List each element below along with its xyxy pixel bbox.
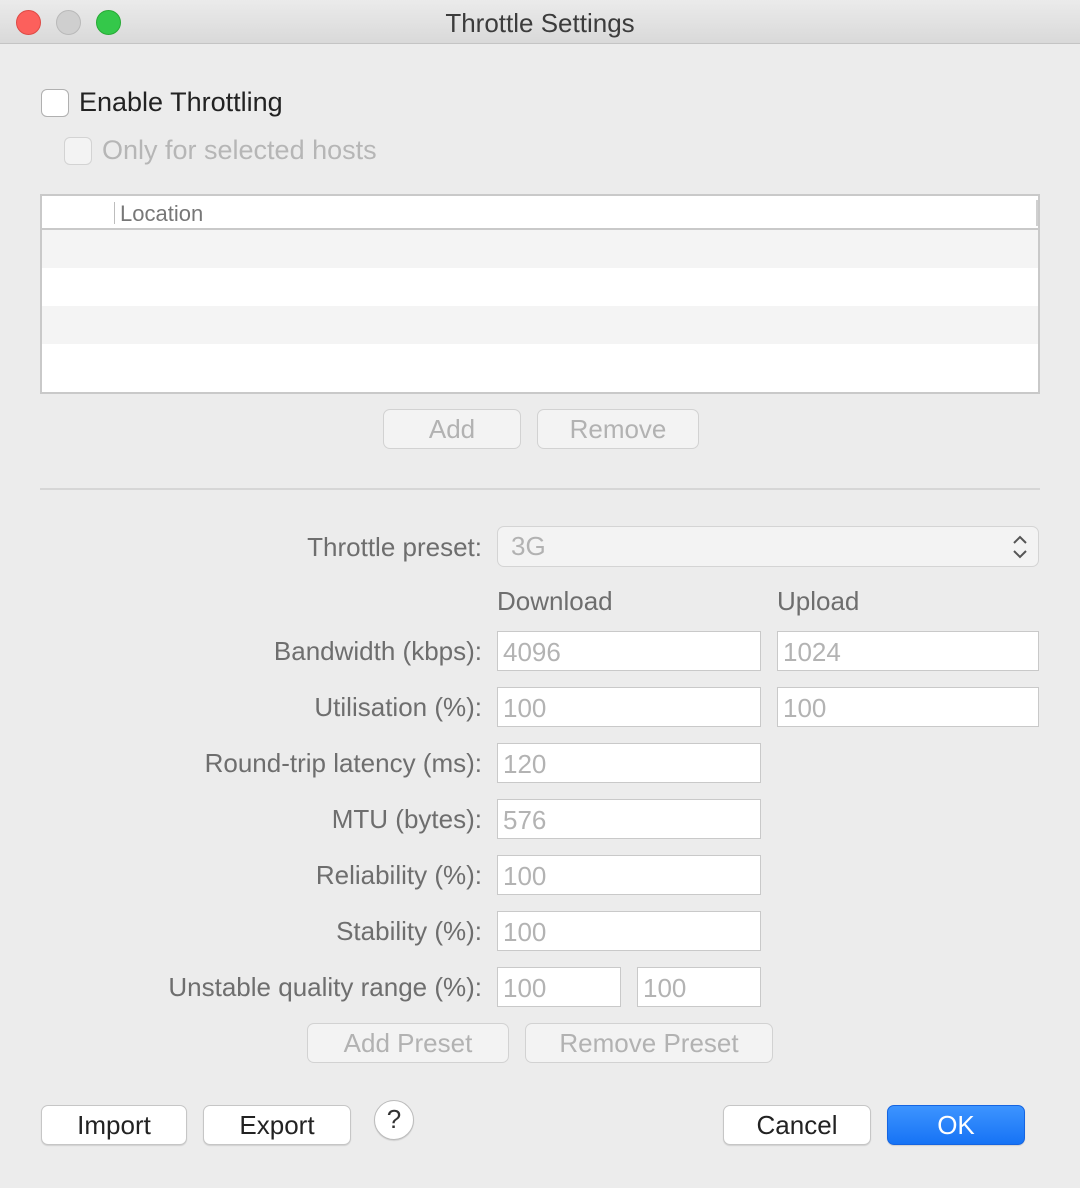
- remove-preset-button[interactable]: Remove Preset: [525, 1023, 773, 1063]
- add-host-button[interactable]: Add: [383, 409, 521, 449]
- column-end-separator: [1036, 200, 1038, 226]
- throttle-preset-value: 3G: [511, 531, 546, 561]
- table-row[interactable]: [42, 268, 1038, 306]
- mtu-input[interactable]: 576: [497, 799, 761, 839]
- table-row[interactable]: [42, 306, 1038, 344]
- utilisation-download-input[interactable]: 100: [497, 687, 761, 727]
- column-header-location[interactable]: Location: [120, 201, 203, 227]
- chevron-updown-icon: [1013, 535, 1027, 559]
- reliability-label: Reliability (%):: [315, 860, 482, 890]
- bandwidth-label: Bandwidth (kbps):: [273, 636, 482, 666]
- enable-throttling-checkbox[interactable]: [41, 88, 69, 117]
- ok-button[interactable]: OK: [887, 1105, 1025, 1145]
- bandwidth-download-input[interactable]: 4096: [497, 631, 761, 671]
- mtu-label: MTU (bytes):: [331, 804, 482, 834]
- only-selected-hosts-row[interactable]: Only for selected hosts: [64, 135, 377, 166]
- export-button[interactable]: Export: [203, 1105, 351, 1145]
- stability-label: Stability (%):: [336, 916, 482, 946]
- remove-host-button[interactable]: Remove: [537, 409, 699, 449]
- throttle-preset-label: Throttle preset:: [307, 532, 482, 562]
- table-header: Location: [42, 196, 1038, 230]
- unstable-range-label: Unstable quality range (%):: [168, 972, 482, 1002]
- bandwidth-upload-input[interactable]: 1024: [777, 631, 1039, 671]
- only-selected-hosts-label[interactable]: Only for selected hosts: [102, 135, 377, 166]
- enable-throttling-label[interactable]: Enable Throttling: [79, 87, 283, 118]
- utilisation-upload-input[interactable]: 100: [777, 687, 1039, 727]
- only-selected-hosts-checkbox[interactable]: [64, 136, 92, 165]
- hosts-table[interactable]: Location: [40, 194, 1040, 394]
- add-preset-button[interactable]: Add Preset: [307, 1023, 509, 1063]
- stability-input[interactable]: 100: [497, 911, 761, 951]
- latency-label: Round-trip latency (ms):: [204, 748, 482, 778]
- title-bar: Throttle Settings: [0, 0, 1080, 44]
- unstable-range-min-input[interactable]: 100: [497, 967, 621, 1007]
- window-title: Throttle Settings: [445, 8, 635, 38]
- help-button[interactable]: ?: [374, 1100, 414, 1140]
- enable-throttling-row[interactable]: Enable Throttling: [41, 87, 283, 118]
- reliability-input[interactable]: 100: [497, 855, 761, 895]
- cancel-button[interactable]: Cancel: [723, 1105, 871, 1145]
- table-row[interactable]: [42, 344, 1038, 382]
- latency-input[interactable]: 120: [497, 743, 761, 783]
- throttle-preset-select[interactable]: 3G: [497, 526, 1039, 567]
- download-column-header: Download: [497, 586, 613, 616]
- divider: [40, 488, 1040, 490]
- column-separator[interactable]: [114, 202, 115, 224]
- upload-column-header: Upload: [777, 586, 860, 616]
- unstable-range-max-input[interactable]: 100: [637, 967, 761, 1007]
- table-body[interactable]: [42, 230, 1038, 382]
- table-row[interactable]: [42, 230, 1038, 268]
- utilisation-label: Utilisation (%):: [314, 692, 482, 722]
- import-button[interactable]: Import: [41, 1105, 187, 1145]
